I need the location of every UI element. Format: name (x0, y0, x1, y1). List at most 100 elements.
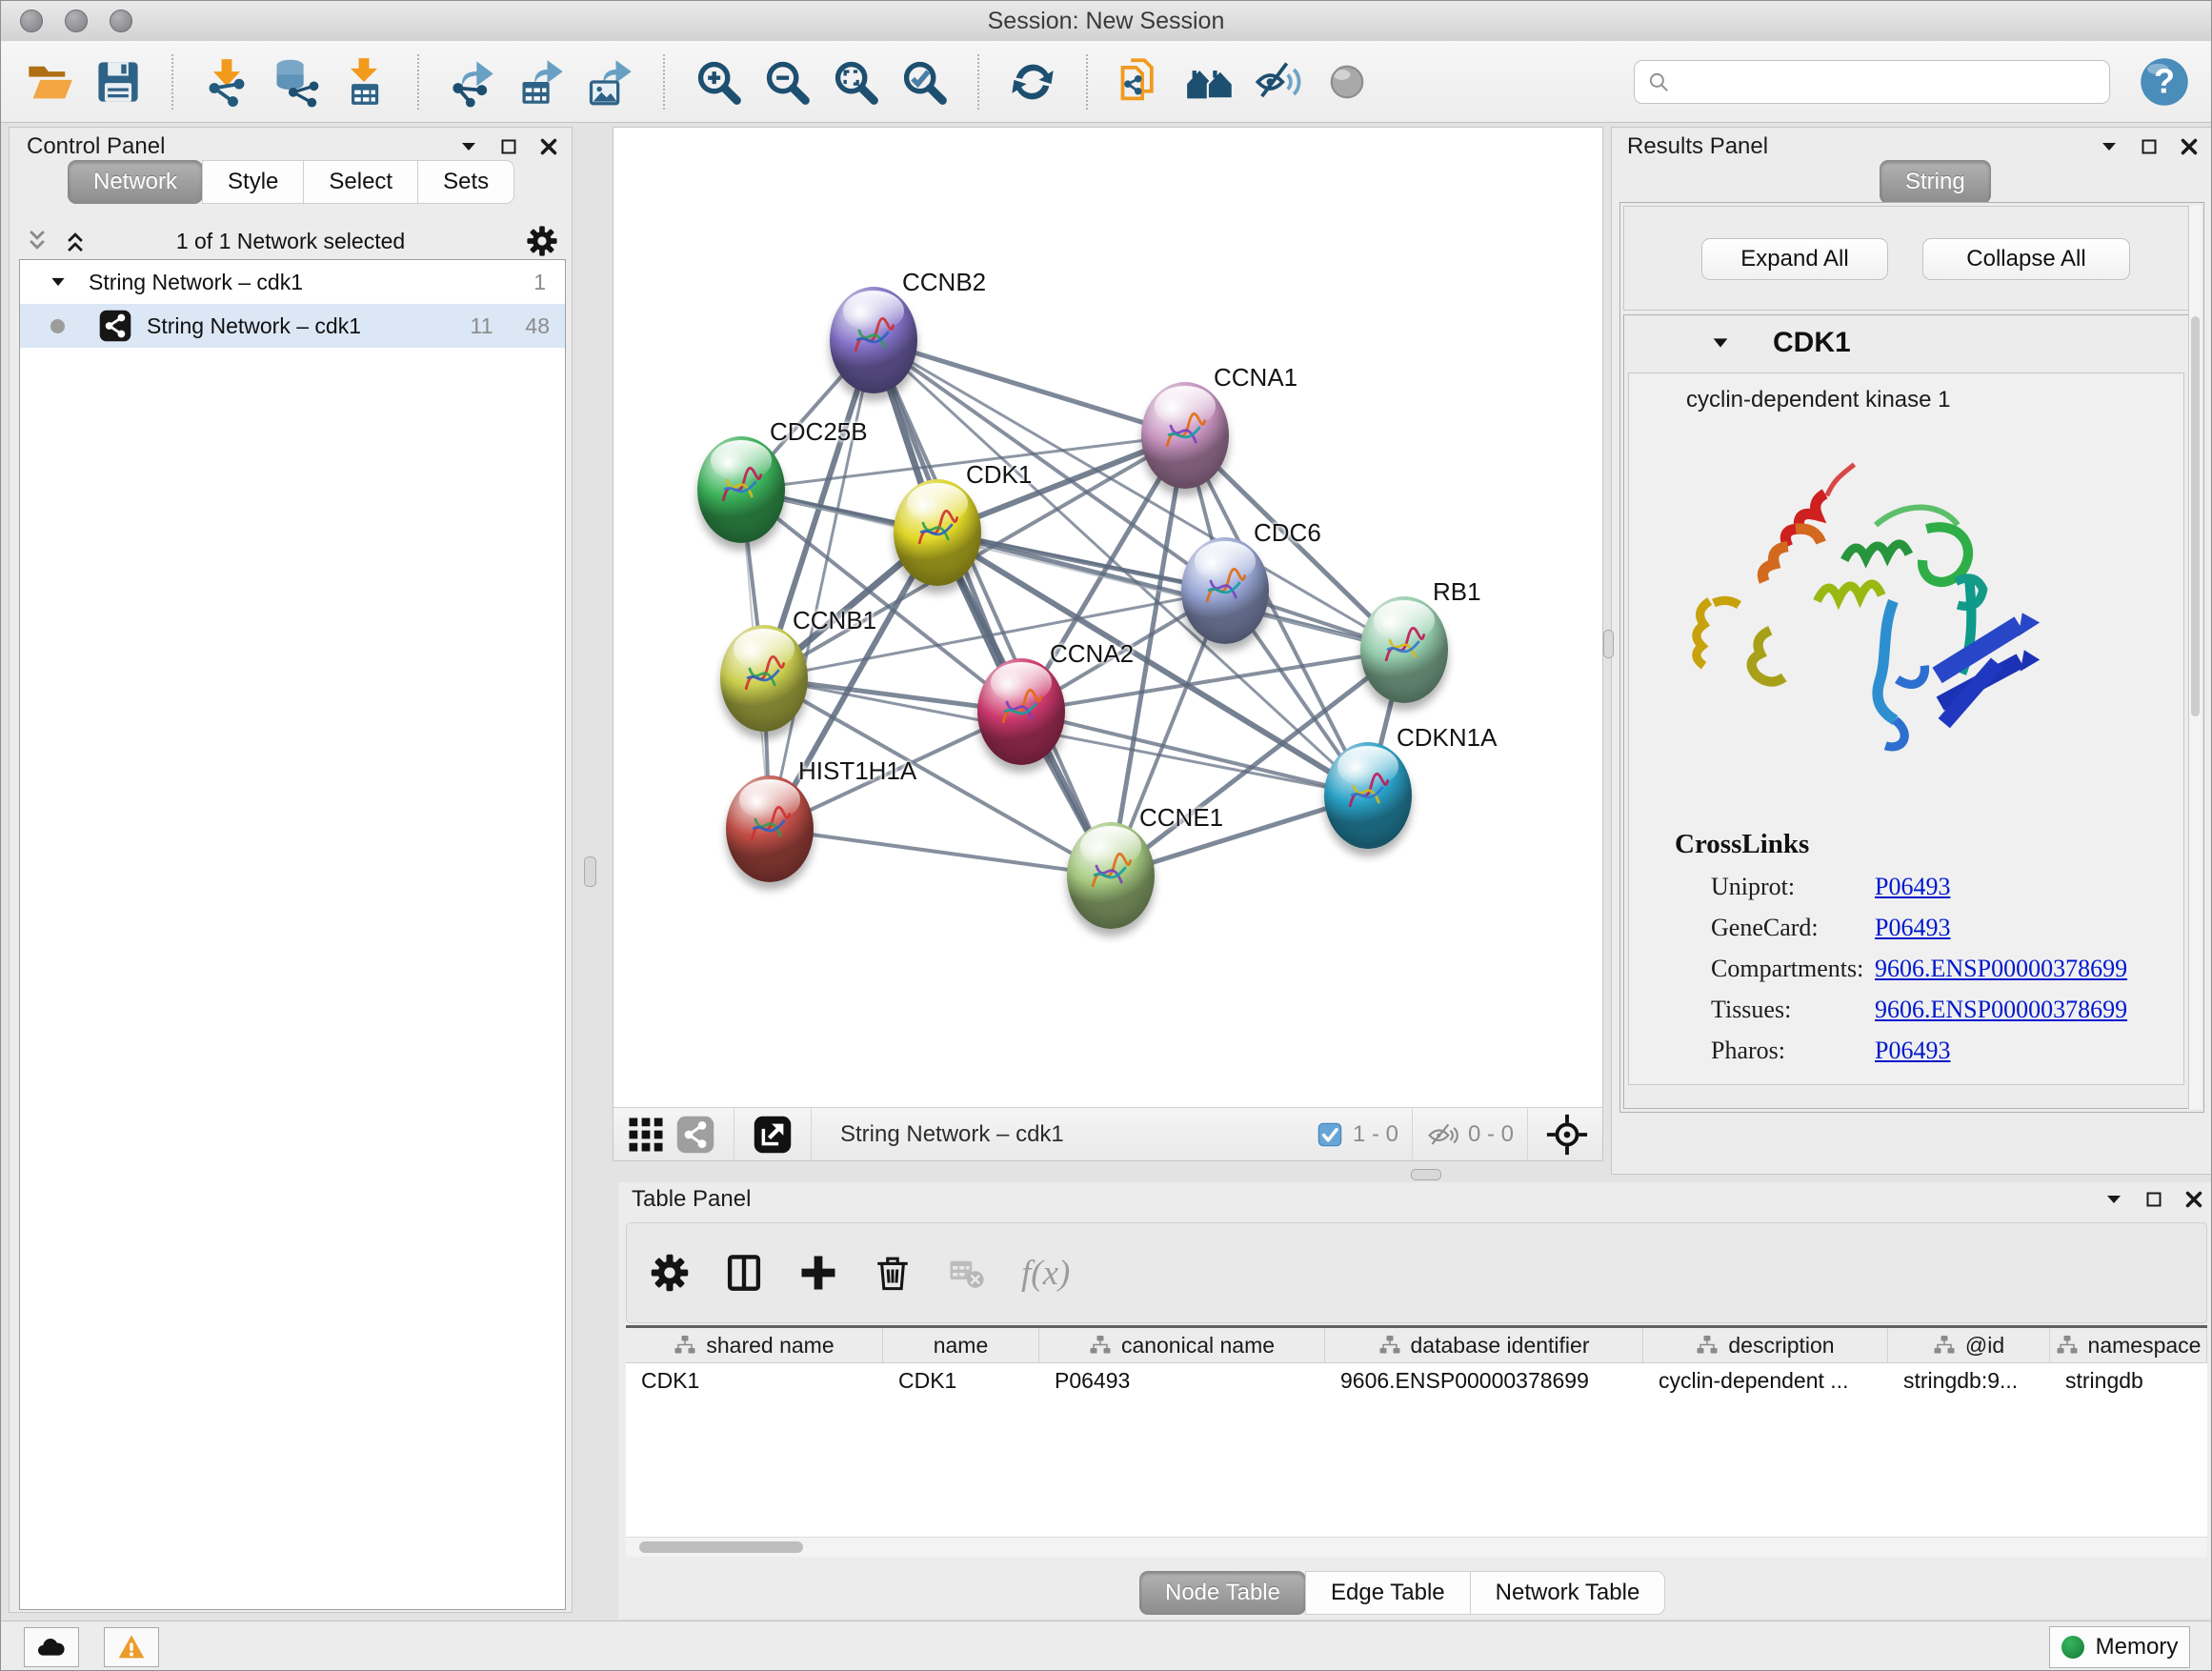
node-cdc25b[interactable] (697, 436, 785, 543)
panel-collapse-icon[interactable] (457, 135, 480, 158)
panel-collapse-icon[interactable] (2098, 135, 2121, 158)
zoom-fit-button[interactable] (828, 53, 883, 111)
left-splitter-handle[interactable] (584, 856, 596, 887)
bottom-splitter-handle[interactable] (1411, 1169, 1441, 1180)
columns-button[interactable] (724, 1253, 764, 1293)
panel-collapse-icon[interactable] (2102, 1188, 2125, 1211)
search-box[interactable] (1634, 60, 2110, 104)
collection-expander-icon[interactable] (49, 272, 68, 292)
column-header-shared-name[interactable]: shared name (626, 1328, 883, 1362)
tab-select[interactable]: Select (303, 160, 418, 204)
crosslink-value-link[interactable]: P06493 (1875, 914, 1950, 942)
column-header-description[interactable]: description (1643, 1328, 1888, 1362)
table-cell[interactable]: CDK1 (626, 1363, 883, 1398)
network-canvas[interactable]: CCNB2CCNA1CDC25BCDK1CDC6RB1CCNB1CCNA2CDK… (613, 128, 1602, 1107)
node-ccne1[interactable] (1067, 822, 1155, 929)
birdseye-view-icon[interactable] (626, 1115, 666, 1155)
tab-style[interactable]: Style (202, 160, 304, 204)
share-document-button[interactable] (1114, 53, 1169, 111)
table-hscrollbar[interactable] (626, 1537, 2207, 1557)
zoom-out-button[interactable] (759, 53, 814, 111)
zoom-in-button[interactable] (691, 53, 746, 111)
network-thumbnail-icon[interactable] (675, 1115, 715, 1155)
gene-card-header[interactable]: CDK1 (1624, 315, 2188, 371)
export-network-button[interactable] (445, 53, 500, 111)
column-header-canonical-name[interactable]: canonical name (1039, 1328, 1325, 1362)
node-cdk1[interactable] (894, 479, 981, 586)
node-cdkn1a[interactable] (1324, 742, 1412, 849)
export-image-button[interactable] (582, 53, 637, 111)
node-ccnb1[interactable] (720, 625, 808, 732)
trash-button[interactable] (873, 1253, 913, 1293)
table-cell[interactable]: stringdb (2050, 1363, 2207, 1398)
collapse-all-button[interactable]: Collapse All (1922, 238, 2130, 280)
import-network-file-button[interactable] (199, 53, 254, 111)
search-input[interactable] (1679, 68, 2098, 96)
panel-close-icon[interactable] (537, 135, 560, 158)
cytoscape-home-button[interactable] (1182, 53, 1237, 111)
help-button[interactable]: ? (2139, 56, 2190, 108)
results-scrollbar[interactable] (2188, 206, 2202, 1109)
column-header-name[interactable]: name (883, 1328, 1039, 1362)
tab-edge-table[interactable]: Edge Table (1305, 1571, 1471, 1615)
results-scrollbar-thumb[interactable] (2191, 316, 2200, 716)
save-session-button[interactable] (90, 53, 146, 111)
table-cell[interactable]: stringdb:9... (1888, 1363, 2050, 1398)
table-cell[interactable]: cyclin-dependent ... (1643, 1363, 1888, 1398)
table-cell[interactable]: CDK1 (883, 1363, 1039, 1398)
minimize-window-button[interactable] (65, 10, 88, 32)
crosslink-value-link[interactable]: P06493 (1875, 1037, 1950, 1065)
table-hscrollbar-thumb[interactable] (639, 1541, 803, 1553)
network-options-gear-icon[interactable] (526, 225, 558, 257)
column-header-namespace[interactable]: namespace (2050, 1328, 2207, 1362)
network-row-selected[interactable]: String Network – cdk1 11 48 (20, 304, 565, 348)
node-cdc6[interactable] (1181, 537, 1269, 644)
node-rb1[interactable] (1360, 596, 1448, 703)
memory-button[interactable]: Memory (2049, 1626, 2190, 1668)
panel-float-icon[interactable] (497, 135, 520, 158)
tab-sets[interactable]: Sets (417, 160, 514, 204)
selected-checkbox-icon[interactable] (1317, 1121, 1343, 1148)
crosshair-icon[interactable] (1545, 1113, 1589, 1157)
import-network-database-button[interactable] (268, 53, 323, 111)
function-builder-button[interactable]: f(x) (1021, 1253, 1070, 1294)
table-cell[interactable]: P06493 (1039, 1363, 1325, 1398)
crosslink-value-link[interactable]: 9606.ENSP00000378699 (1875, 955, 2127, 983)
panel-close-icon[interactable] (2182, 1188, 2205, 1211)
node-ccnb2[interactable] (830, 287, 917, 393)
crosslink-value-link[interactable]: 9606.ENSP00000378699 (1875, 996, 2127, 1024)
column-header--id[interactable]: @id (1888, 1328, 2050, 1362)
node-ccna2[interactable] (977, 658, 1065, 765)
table-clear-button[interactable] (947, 1253, 987, 1293)
zoom-window-button[interactable] (110, 10, 132, 32)
column-header-database-identifier[interactable]: database identifier (1325, 1328, 1643, 1362)
import-table-file-button[interactable] (336, 53, 392, 111)
node-ccna1[interactable] (1141, 382, 1229, 489)
inactive-eye-button[interactable] (1319, 53, 1375, 111)
panel-float-icon[interactable] (2138, 135, 2161, 158)
expand-all-button[interactable]: Expand All (1701, 238, 1888, 280)
warnings-button[interactable] (104, 1627, 159, 1667)
crosslink-value-link[interactable]: P06493 (1875, 873, 1950, 901)
tab-network-table[interactable]: Network Table (1470, 1571, 1666, 1615)
tab-node-table[interactable]: Node Table (1139, 1571, 1306, 1615)
table-cell[interactable]: 9606.ENSP00000378699 (1325, 1363, 1643, 1398)
gene-card-expander-icon[interactable] (1710, 332, 1731, 353)
gear-button[interactable] (650, 1253, 690, 1293)
close-window-button[interactable] (20, 10, 43, 32)
plus-button[interactable] (798, 1253, 838, 1293)
zoom-selected-button[interactable] (896, 53, 952, 111)
export-table-button[interactable] (513, 53, 569, 111)
hidden-eye-icon[interactable] (1426, 1118, 1458, 1151)
tab-network[interactable]: Network (68, 160, 203, 204)
right-splitter-handle[interactable] (1603, 630, 1614, 658)
refresh-view-button[interactable] (1005, 53, 1060, 111)
open-in-new-icon[interactable] (753, 1115, 793, 1155)
open-session-button[interactable] (22, 53, 77, 111)
tab-string[interactable]: String (1880, 160, 1991, 204)
hide-glasses-button[interactable] (1251, 53, 1306, 111)
node-hist1h1a[interactable] (726, 775, 814, 882)
table-row[interactable]: CDK1CDK1P064939606.ENSP00000378699cyclin… (626, 1363, 2207, 1398)
panel-close-icon[interactable] (2178, 135, 2201, 158)
cloud-button[interactable] (24, 1627, 79, 1667)
